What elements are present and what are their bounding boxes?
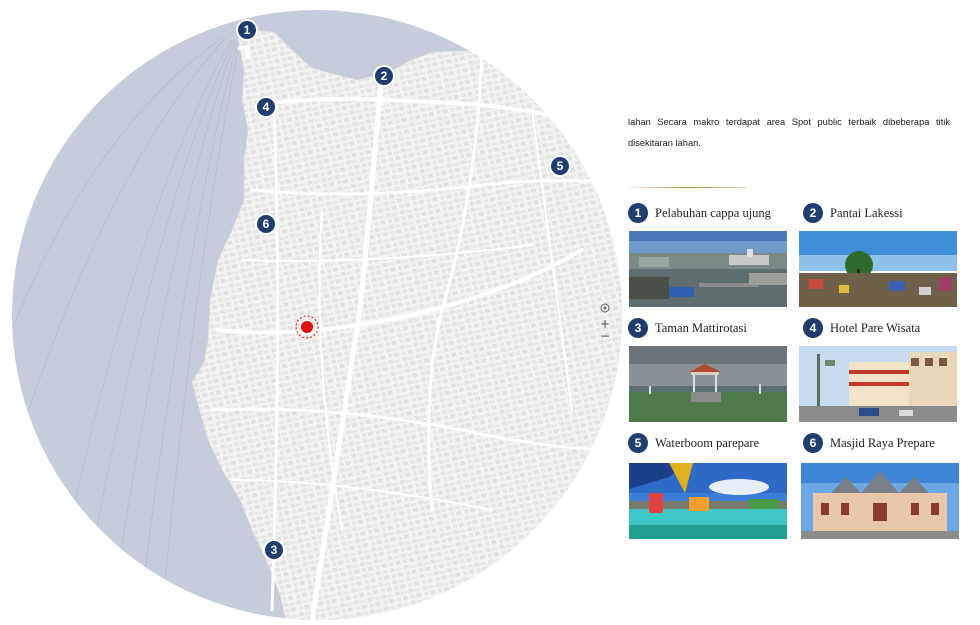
photo-pelabuhan-cappa-ujung[interactable] xyxy=(629,231,787,307)
description-text: lahan Secara makro terdapat area Spot pu… xyxy=(628,117,950,148)
location-dot xyxy=(301,321,313,333)
map-marker-6[interactable]: 6 xyxy=(255,213,277,235)
spot-number-badge: 5 xyxy=(628,433,648,453)
spot-number-badge: 6 xyxy=(803,433,823,453)
map-canvas xyxy=(12,10,622,620)
spot-number-badge: 4 xyxy=(803,318,823,338)
photo-waterboom-parepare[interactable] xyxy=(629,463,787,539)
photo-hotel-pare-wisata[interactable] xyxy=(799,346,957,422)
photo-pantai-lakessi[interactable] xyxy=(799,231,957,307)
map-marker-1[interactable]: 1 xyxy=(236,19,258,41)
map-marker-5[interactable]: 5 xyxy=(549,155,571,177)
spot-number-badge: 3 xyxy=(628,318,648,338)
spot-heading-1: 1 Pelabuhan cappa ujung xyxy=(628,202,788,224)
city-map[interactable]: 1 2 4 5 6 3 + − xyxy=(12,10,622,620)
spot-number-badge: 1 xyxy=(628,203,648,223)
spot-number-badge: 2 xyxy=(803,203,823,223)
photo-masjid-raya-prepare[interactable] xyxy=(801,463,959,539)
spot-heading-2: 2 Pantai Lakessi xyxy=(803,202,963,224)
spot-title: Taman Mattirotasi xyxy=(655,320,747,335)
zoom-out-button[interactable]: − xyxy=(598,329,612,343)
crosshair-icon[interactable] xyxy=(598,302,612,316)
spot-title: Pelabuhan cappa ujung xyxy=(655,205,771,220)
photo-taman-mattirotasi[interactable] xyxy=(629,346,787,422)
spot-title: Pantai Lakessi xyxy=(830,205,903,220)
spot-title: Waterboom parepare xyxy=(655,435,760,450)
map-marker-4[interactable]: 4 xyxy=(255,96,277,118)
divider xyxy=(628,187,746,188)
spot-heading-5: 5 Waterboom parepare xyxy=(628,432,788,454)
spot-heading-3: 3 Taman Mattirotasi xyxy=(628,317,788,339)
spot-heading-6: 6 Masjid Raya Prepare xyxy=(803,432,963,454)
map-marker-2[interactable]: 2 xyxy=(373,65,395,87)
land-area xyxy=(191,29,622,620)
map-marker-3[interactable]: 3 xyxy=(263,539,285,561)
spot-heading-4: 4 Hotel Pare Wisata xyxy=(803,317,963,339)
spot-title: Hotel Pare Wisata xyxy=(830,320,921,335)
spot-title: Masjid Raya Prepare xyxy=(830,435,935,450)
